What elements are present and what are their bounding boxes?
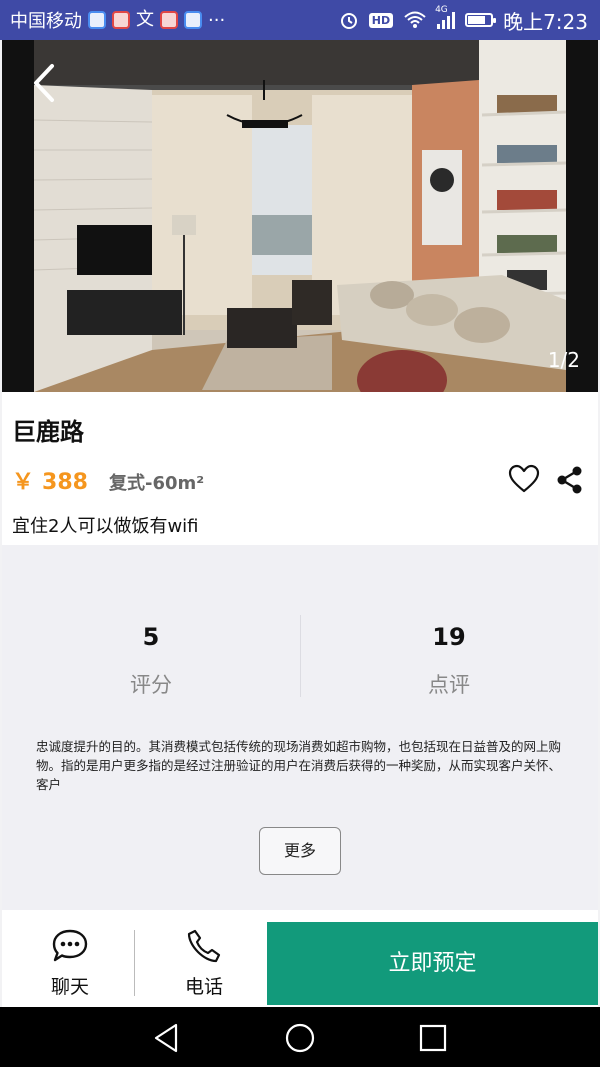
living-room-photo — [2, 40, 598, 392]
review-count: 19 — [432, 623, 466, 651]
action-divider — [134, 930, 135, 996]
favorite-heart-icon[interactable] — [508, 464, 540, 494]
status-bar-right: HD 4G 晚上7:23 — [339, 0, 588, 40]
listing-title: 巨鹿路 — [12, 418, 84, 446]
chat-bubble-icon — [52, 929, 88, 962]
wifi-icon — [404, 11, 426, 28]
image-counter: 1/2 — [547, 348, 580, 372]
price-value: 388 — [42, 470, 88, 495]
chat-button[interactable]: 聊天 — [4, 910, 136, 1007]
bottom-action-bar: 聊天 电话 立即预定 — [2, 910, 598, 1007]
share-icon[interactable] — [556, 466, 584, 494]
listing-info: 巨鹿路 ￥ 388 复式-60m² 宜住2人可以做饭有wifi — [2, 392, 598, 545]
book-now-button[interactable]: 立即预定 — [267, 922, 598, 1005]
carrier-name: 中国移动 — [10, 11, 82, 32]
back-arrow-icon[interactable] — [22, 58, 66, 108]
hd-badge: HD — [368, 12, 394, 28]
map-pin-icon — [160, 11, 178, 29]
review-stat[interactable]: 19 点评 — [300, 623, 598, 699]
status-bar: 中国移动 文 ··· HD 4G 晚上7:23 — [0, 0, 600, 40]
map-pin-icon — [112, 11, 130, 29]
network-type: 4G — [435, 5, 448, 15]
chat-label: 聊天 — [50, 976, 89, 998]
home-circle-icon[interactable] — [283, 1021, 317, 1055]
currency-symbol: ￥ — [12, 470, 35, 495]
unit-type: 复式-60m² — [109, 473, 205, 494]
short-description: 宜住2人可以做饭有wifi — [12, 516, 199, 537]
browser-icon — [88, 11, 106, 29]
more-notifications: ··· — [208, 9, 226, 31]
price: ￥ 388 — [12, 464, 88, 496]
more-button[interactable]: 更多 — [259, 827, 341, 875]
signal-icon: 4G — [435, 5, 456, 29]
rating-value: 5 — [142, 623, 160, 651]
listing-photo[interactable]: 1/2 — [2, 40, 598, 392]
recent-apps-square-icon[interactable] — [416, 1021, 450, 1055]
screen: 中国移动 文 ··· HD 4G 晚上7:23 1/2 巨鹿路 ￥ 388 复式… — [0, 0, 600, 1067]
rating-label: 评分 — [130, 673, 172, 697]
battery-icon — [465, 13, 497, 27]
translate-icon: 文 — [136, 9, 154, 30]
alarm-icon — [340, 13, 357, 29]
rating-stat[interactable]: 5 评分 — [2, 623, 300, 699]
browser-icon — [184, 11, 202, 29]
long-description: 忠诚度提升的目的。其消费模式包括传统的现场消费如超市购物，也包括现在日益普及的网… — [36, 739, 562, 792]
rating-section: 5 评分 19 点评 忠诚度提升的目的。其消费模式包括传统的现场消费如超市购物，… — [2, 545, 598, 910]
phone-icon — [187, 929, 221, 963]
phone-label: 电话 — [184, 976, 223, 998]
phone-button[interactable]: 电话 — [138, 910, 270, 1007]
clock: 晚上7:23 — [503, 9, 588, 34]
status-bar-left: 中国移动 文 ··· — [10, 0, 225, 40]
review-label: 点评 — [428, 673, 470, 697]
back-triangle-icon[interactable] — [150, 1021, 184, 1055]
navigation-bar — [0, 1007, 600, 1067]
